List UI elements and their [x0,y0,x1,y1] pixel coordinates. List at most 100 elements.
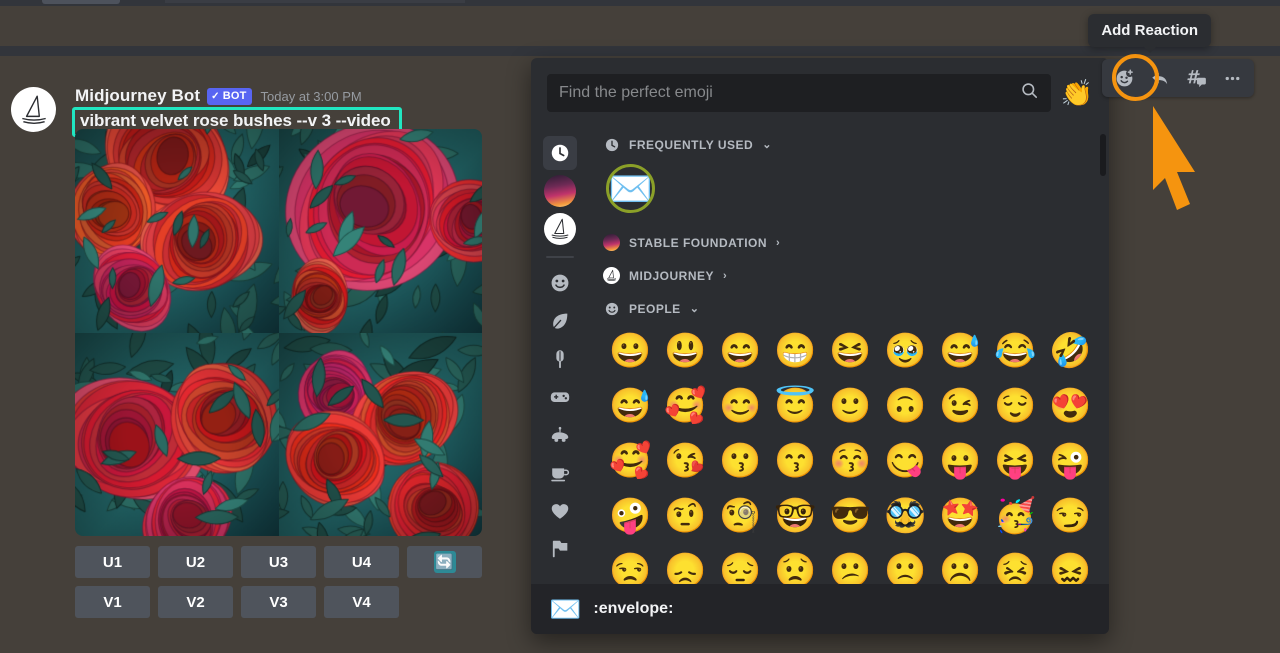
emoji-cell-0-6[interactable]: 😅 [933,323,988,378]
verified-check-icon: ✓ [211,90,220,102]
emoji-cell-1-6[interactable]: 😉 [933,378,988,433]
section-header-midjourney[interactable]: MIDJOURNEY › [599,257,1103,290]
section-header-people[interactable]: PEOPLE ⌄ [599,290,1103,323]
ellipsis-icon [1225,76,1239,80]
rail-objects[interactable] [543,456,577,490]
emoji-cell-3-0[interactable]: 🤪 [603,488,658,543]
add-reaction-button[interactable] [1108,62,1140,94]
chevron-right-icon[interactable]: › [776,237,780,249]
rail-food[interactable] [543,342,577,376]
browser-tab[interactable] [42,0,120,4]
chevron-down-icon[interactable]: ⌄ [762,138,772,151]
upscale-button-4[interactable]: U4 [324,546,399,578]
emoji-cell-0-7[interactable]: 😂 [988,323,1043,378]
rail-nature[interactable] [543,304,577,338]
rail-symbols[interactable] [543,494,577,528]
smiley-icon [603,300,620,317]
browser-address-bar[interactable] [165,0,465,3]
emoji-cell-3-8[interactable]: 😏 [1043,488,1098,543]
emoji-search-box[interactable] [547,74,1051,112]
create-thread-button[interactable] [1180,62,1212,94]
rail-stable-foundation[interactable] [543,174,577,208]
image-quadrant-2[interactable] [278,129,482,333]
emoji-cell-2-5[interactable]: 😋 [878,433,933,488]
emoji-cell-2-8[interactable]: 😜 [1043,433,1098,488]
emoji-scrollbar[interactable] [1100,134,1106,176]
image-quadrant-3[interactable] [75,332,279,536]
variation-button-1[interactable]: V1 [75,586,150,618]
people-emoji-grid[interactable]: 😀 😃 😄 😁 😆 🥹 😅 😂 🤣 😅 🥰 😊 😇 🙂 🙃 😉 😌 😍 🥰 😘 😗 😙 😚 😋 😛 😝 😜 🤪 🤨 🧐 🤓 😎 🥸 🤩 🥳 😏 😒 😞 😔 😟… [599,323,1103,585]
emoji-scroll-area[interactable]: FREQUENTLY USED ⌄ ✉️ STABLE FOUNDATION › [589,126,1109,584]
emoji-cell-4-6[interactable]: ☹️ [933,543,988,585]
emoji-cell-4-5[interactable]: 🙁 [878,543,933,585]
emoji-cell-0-0[interactable]: 😀 [603,323,658,378]
image-quadrant-4[interactable] [278,332,482,536]
rail-travel[interactable] [543,418,577,452]
emoji-cell-2-3[interactable]: 😙 [768,433,823,488]
emoji-cell-3-1[interactable]: 🤨 [658,488,713,543]
variation-button-4[interactable]: V4 [324,586,399,618]
emoji-cell-1-5[interactable]: 🙃 [878,378,933,433]
emoji-cell-3-7[interactable]: 🥳 [988,488,1043,543]
emoji-cell-1-0[interactable]: 😅 [603,378,658,433]
reroll-button[interactable]: 🔄 [407,546,482,578]
emoji-cell-4-1[interactable]: 😞 [658,543,713,585]
emoji-cell-4-2[interactable]: 😔 [713,543,768,585]
quick-reaction-clap-icon[interactable]: 👏 [1061,74,1093,112]
reply-button[interactable] [1144,62,1176,94]
emoji-cell-4-0[interactable]: 😒 [603,543,658,585]
emoji-cell-0-5[interactable]: 🥹 [878,323,933,378]
emoji-envelope[interactable]: ✉️ [603,161,658,216]
image-quadrant-1[interactable] [75,129,279,333]
emoji-cell-1-7[interactable]: 😌 [988,378,1043,433]
emoji-cell-2-1[interactable]: 😘 [658,433,713,488]
chevron-right-icon[interactable]: › [723,270,727,282]
emoji-cell-3-3[interactable]: 🤓 [768,488,823,543]
more-actions-button[interactable] [1216,62,1248,94]
rail-flags[interactable] [543,532,577,566]
emoji-cell-0-2[interactable]: 😄 [713,323,768,378]
emoji-cell-0-3[interactable]: 😁 [768,323,823,378]
variation-button-3[interactable]: V3 [241,586,316,618]
emoji-cell-1-3[interactable]: 😇 [768,378,823,433]
emoji-cell-1-8[interactable]: 😍 [1043,378,1098,433]
emoji-cell-2-7[interactable]: 😝 [988,433,1043,488]
rail-midjourney[interactable] [543,212,577,246]
rail-frequently-used[interactable] [543,136,577,170]
upscale-button-2[interactable]: U2 [158,546,233,578]
emoji-cell-1-1[interactable]: 🥰 [658,378,713,433]
avatar[interactable] [11,87,56,132]
upscale-button-3[interactable]: U3 [241,546,316,578]
emoji-search-input[interactable] [559,84,1020,102]
rail-people[interactable] [543,266,577,300]
search-icon[interactable] [1020,81,1039,105]
upscale-button-1[interactable]: U1 [75,546,150,578]
emoji-cell-3-6[interactable]: 🤩 [933,488,988,543]
emoji-cell-2-0[interactable]: 🥰 [603,433,658,488]
emoji-cell-0-1[interactable]: 😃 [658,323,713,378]
emoji-cell-3-5[interactable]: 🥸 [878,488,933,543]
emoji-cell-0-4[interactable]: 😆 [823,323,878,378]
author-name[interactable]: Midjourney Bot [75,86,200,106]
variation-button-2[interactable]: V2 [158,586,233,618]
emoji-cell-0-8[interactable]: 🤣 [1043,323,1098,378]
emoji-cell-2-2[interactable]: 😗 [713,433,768,488]
emoji-cell-1-2[interactable]: 😊 [713,378,768,433]
emoji-cell-4-7[interactable]: 😣 [988,543,1043,585]
section-header-stable-foundation[interactable]: STABLE FOUNDATION › [599,224,1103,257]
emoji-cell-4-4[interactable]: 😕 [823,543,878,585]
section-header-frequently-used[interactable]: FREQUENTLY USED ⌄ [599,126,1103,159]
emoji-cell-3-2[interactable]: 🧐 [713,488,768,543]
channel-header-divider [0,46,1280,56]
emoji-cell-4-8[interactable]: 😖 [1043,543,1098,585]
emoji-cell-1-4[interactable]: 🙂 [823,378,878,433]
chevron-down-icon[interactable]: ⌄ [690,302,700,315]
browser-chrome-top [0,0,1280,6]
cursor-pointer-annotation [1153,106,1195,210]
rail-activities[interactable] [543,380,577,414]
generated-image-grid[interactable] [75,129,482,536]
emoji-cell-2-4[interactable]: 😚 [823,433,878,488]
emoji-cell-3-4[interactable]: 😎 [823,488,878,543]
emoji-cell-4-3[interactable]: 😟 [768,543,823,585]
emoji-cell-2-6[interactable]: 😛 [933,433,988,488]
